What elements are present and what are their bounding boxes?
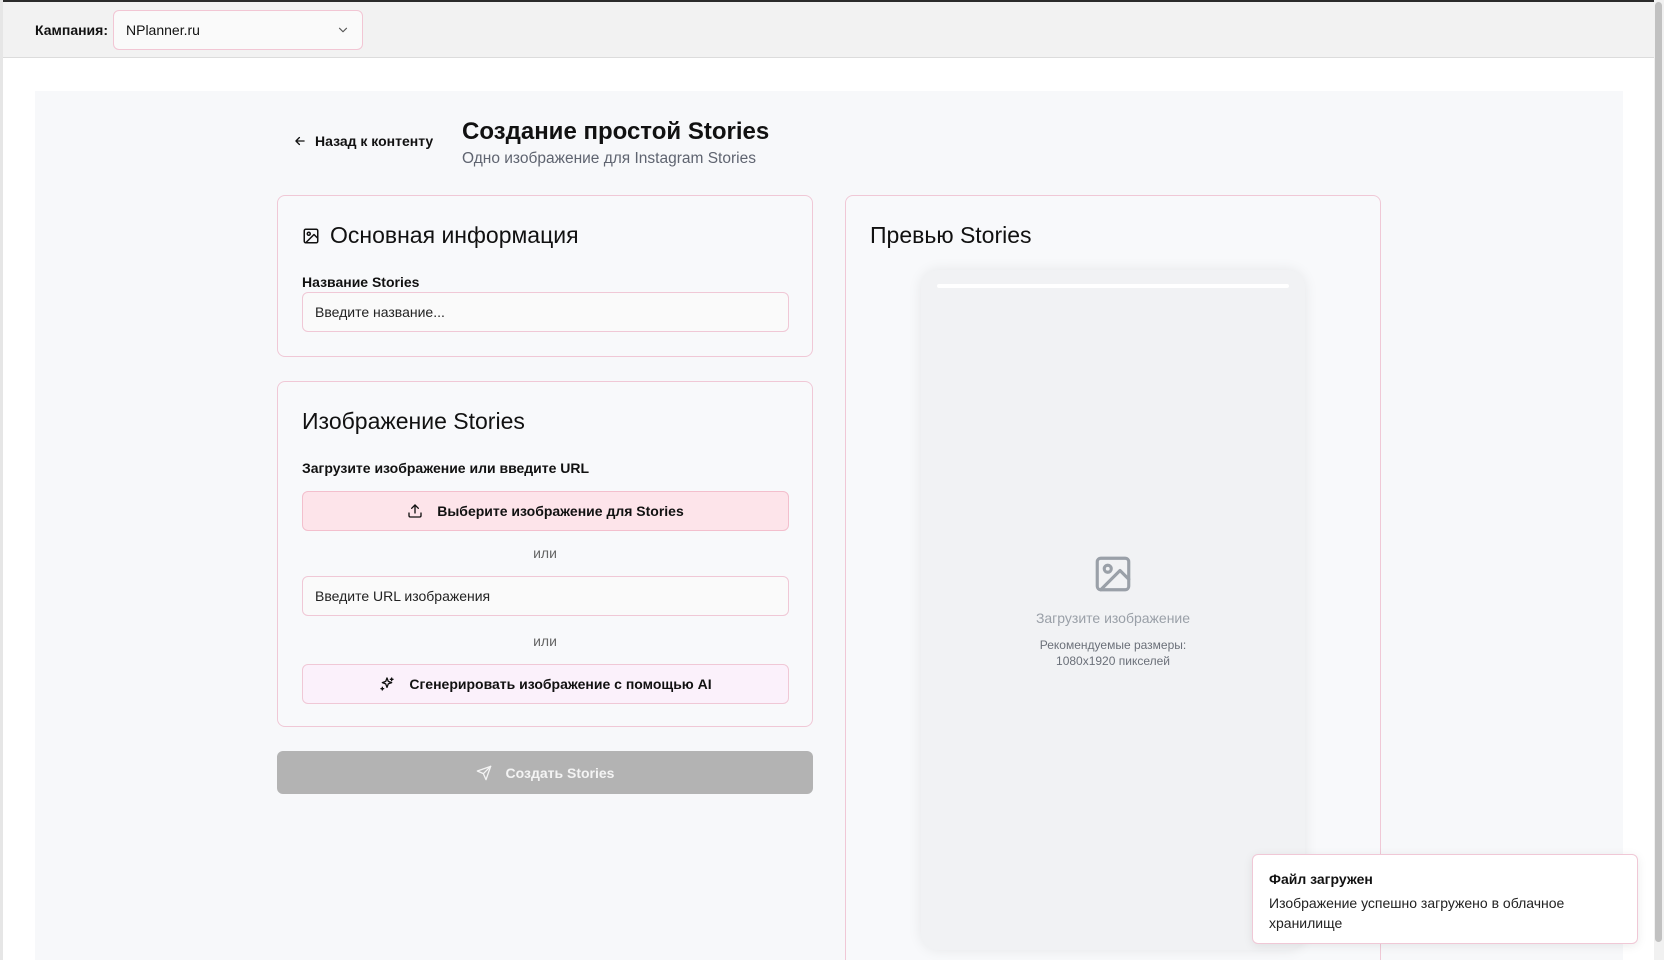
upload-label: Загрузите изображение или введите URL [302,460,590,476]
preview-title: Превью Stories [870,222,1032,248]
toast-title: Файл загружен [1269,871,1373,887]
or-separator-1: или [533,545,557,561]
story-progress-bar [937,284,1289,288]
generate-ai-label: Сгенерировать изображение с помощью AI [409,676,712,692]
choose-image-label: Выберите изображение для Stories [437,503,684,519]
hint-line-1: Рекомендуемые размеры: [1039,638,1187,652]
create-stories-button[interactable]: Создать Stories [277,751,813,794]
chevron-down-icon [338,27,348,33]
story-preview-frame: Загрузите изображение Рекомендуемые разм… [921,270,1305,950]
toast-body: Изображение успешно загружено в облачное… [1269,895,1565,931]
image-url-input[interactable]: Введите URL изображения [302,576,789,616]
vertical-scrollbar[interactable] [1654,0,1664,960]
basic-info-title: Основная информация [302,222,579,249]
page-title: Создание простой Stories [462,118,770,145]
send-icon [476,765,491,780]
stories-name-label: Название Stories [302,274,420,290]
generate-ai-image-button[interactable]: Сгенерировать изображение с помощью AI [302,664,789,704]
campaign-label: Кампания: [35,22,108,38]
back-link-label: Назад к контенту [315,133,434,149]
or-separator-2: или [533,633,557,649]
scrollbar-thumb[interactable] [1655,2,1662,942]
hint-line-2: 1080x1920 пикселей [1056,654,1170,668]
main-area [35,91,1623,960]
topbar: Кампания: NPlanner.ru [3,2,1654,58]
stories-name-input[interactable]: Введите название... [302,292,789,332]
page-subtitle: Одно изображение для Instagram Stories [462,150,756,167]
campaign-select-value: NPlanner.ru [126,22,200,38]
basic-info-title-text: Основная информация [330,222,579,248]
campaign-select[interactable]: NPlanner.ru [113,10,363,50]
create-stories-label: Создать Stories [505,764,615,781]
upload-icon [408,504,422,518]
upload-image-placeholder: Загрузите изображение [1035,610,1191,626]
upload-success-toast[interactable]: Файл загружен Изображение успешно загруж… [1252,854,1638,944]
image-icon [303,228,319,243]
image-placeholder-icon [1095,556,1131,592]
choose-image-button[interactable]: Выберите изображение для Stories [302,491,789,531]
recommended-size-hint: Рекомендуемые размеры: 1080x1920 пикселе… [921,637,1305,669]
stories-image-card: Изображение Stories Загрузите изображени… [277,381,813,727]
back-to-content-link[interactable]: Назад к контенту [293,133,433,149]
stories-image-title: Изображение Stories [302,408,525,434]
basic-info-card: Основная информация Название Stories Вве… [277,195,813,357]
sparkles-icon [380,677,395,691]
window-left-border [0,0,3,960]
arrow-left-icon [295,136,305,146]
